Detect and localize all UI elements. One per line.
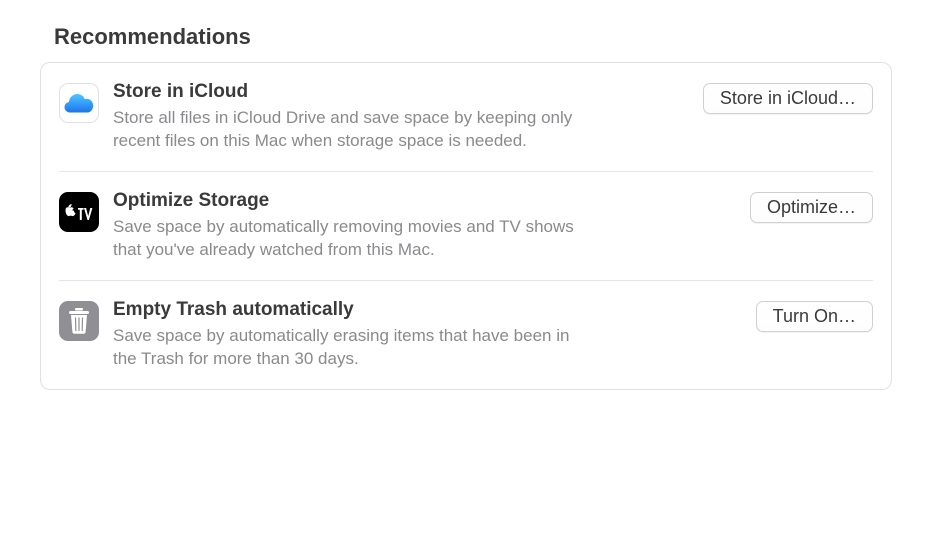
icloud-icon [59, 83, 99, 123]
row-text: Empty Trash automatically Save space by … [113, 299, 742, 371]
recommendation-row-optimize: Optimize Storage Save space by automatic… [41, 172, 891, 280]
recommendation-row-icloud: Store in iCloud Store all files in iClou… [41, 63, 891, 171]
trash-icon [59, 301, 99, 341]
row-description: Store all files in iCloud Drive and save… [113, 107, 583, 153]
recommendations-panel: Store in iCloud Store all files in iClou… [40, 62, 892, 390]
section-title: Recommendations [54, 24, 892, 50]
row-text: Store in iCloud Store all files in iClou… [113, 81, 689, 153]
row-title: Optimize Storage [113, 190, 736, 212]
turn-on-button[interactable]: Turn On… [756, 301, 873, 332]
optimize-button[interactable]: Optimize… [750, 192, 873, 223]
row-title: Store in iCloud [113, 81, 689, 103]
apple-tv-icon [59, 192, 99, 232]
row-title: Empty Trash automatically [113, 299, 742, 321]
store-in-icloud-button[interactable]: Store in iCloud… [703, 83, 873, 114]
recommendation-row-trash: Empty Trash automatically Save space by … [41, 281, 891, 389]
row-text: Optimize Storage Save space by automatic… [113, 190, 736, 262]
row-description: Save space by automatically erasing item… [113, 325, 583, 371]
row-description: Save space by automatically removing mov… [113, 216, 583, 262]
